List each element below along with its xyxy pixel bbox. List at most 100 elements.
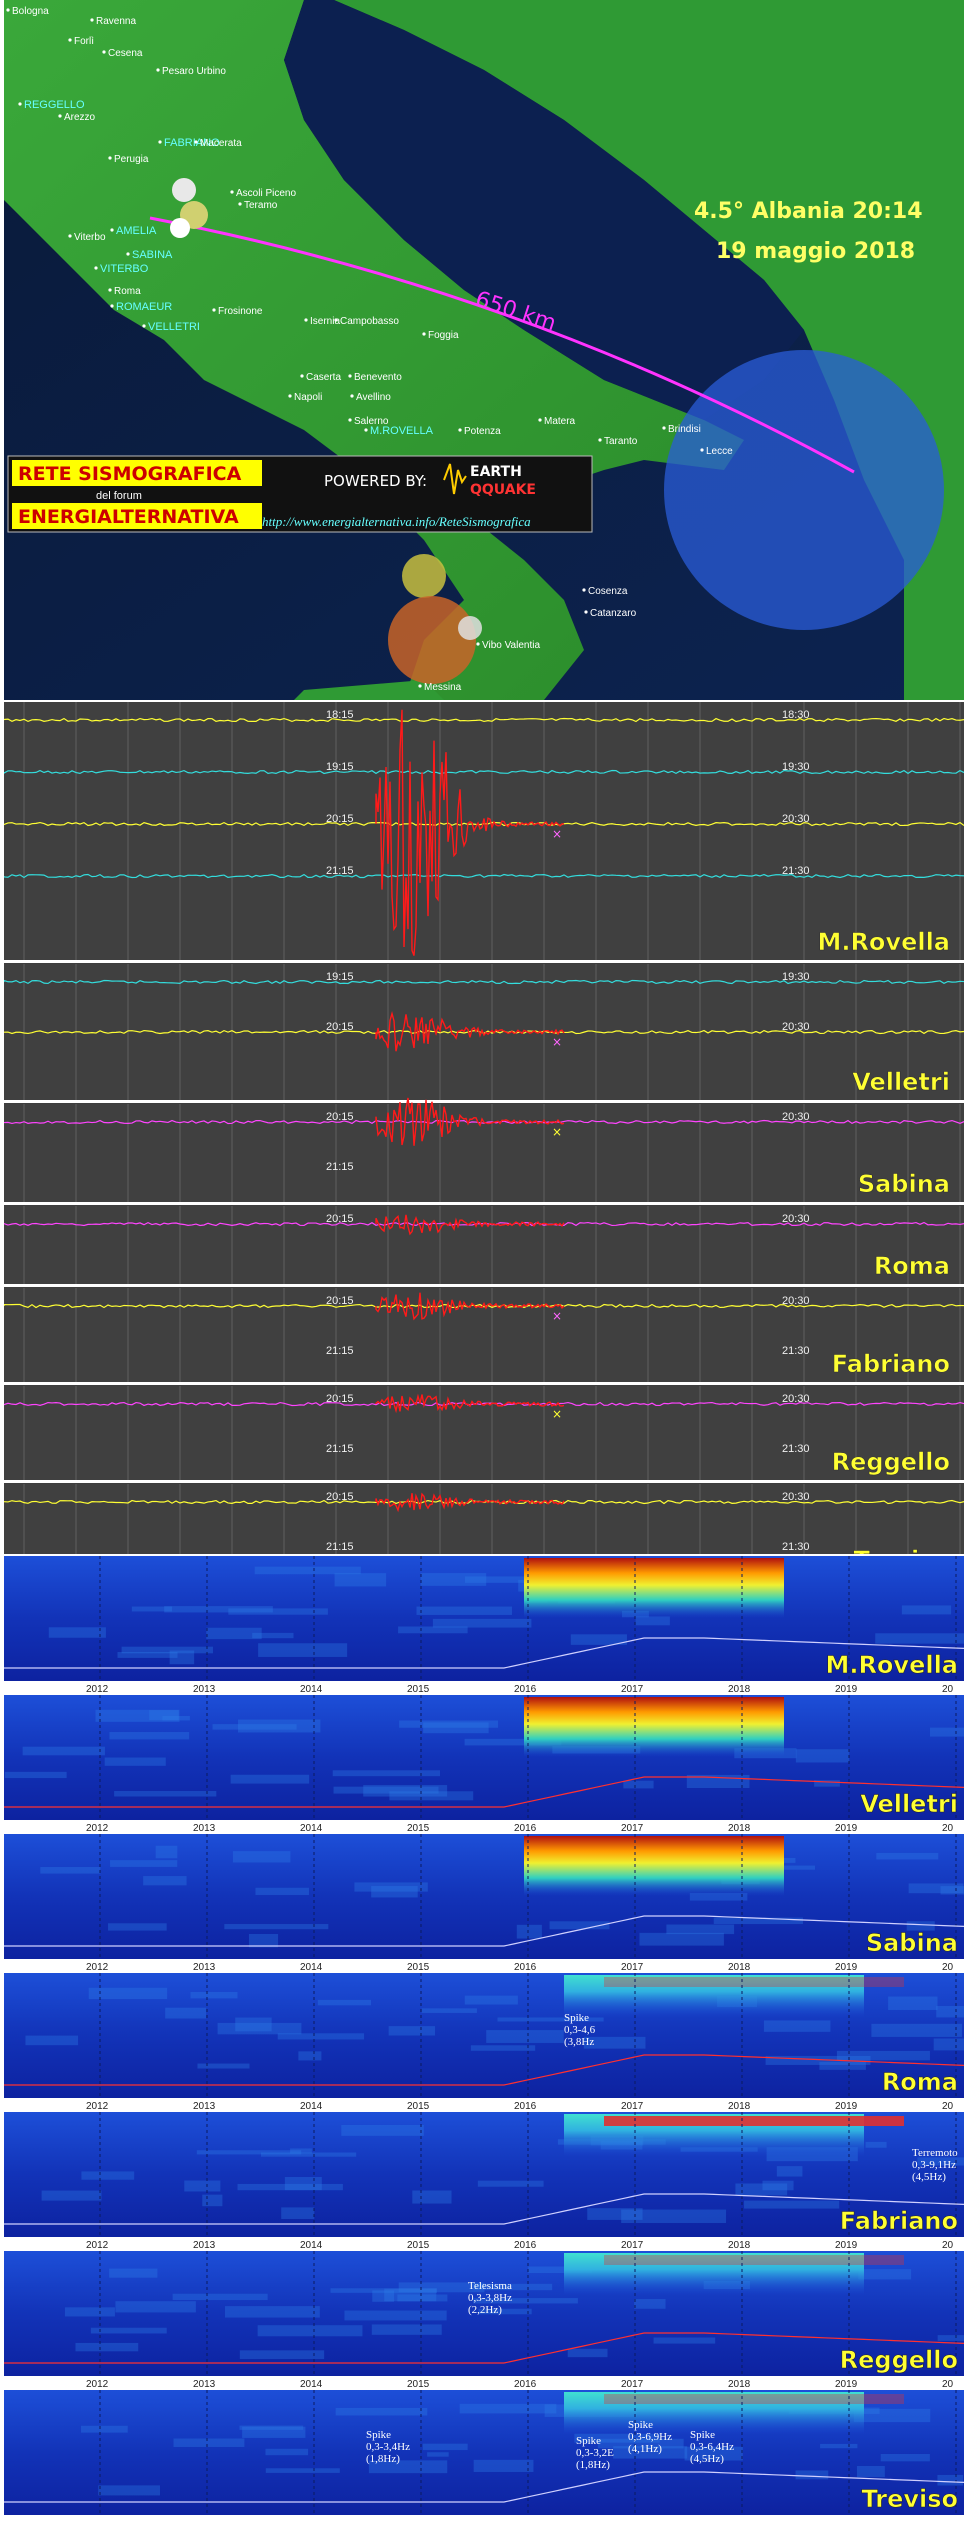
time-tick-label: 2019 bbox=[835, 2240, 858, 2251]
logo-subtitle: del forum bbox=[96, 490, 142, 502]
time-tick-label: 20 bbox=[942, 2379, 954, 2390]
time-tick-label: 2014 bbox=[300, 2379, 323, 2390]
city-dot bbox=[418, 684, 422, 688]
time-label: 20:15 bbox=[326, 1021, 354, 1033]
time-tick-label: 2019 bbox=[835, 1823, 858, 1834]
time-tick-label: 2017 bbox=[621, 2379, 644, 2390]
annotation-text: 0,3-3,8Hz bbox=[468, 2292, 512, 2304]
time-label: 19:15 bbox=[326, 761, 354, 773]
time-label: 20:15 bbox=[326, 1213, 354, 1225]
time-tick-label: 2016 bbox=[514, 1962, 537, 1973]
city-dot bbox=[156, 68, 160, 72]
city-dot bbox=[6, 8, 10, 12]
annotation-text: Terremoto bbox=[912, 2147, 958, 2159]
time-tick-label: 2017 bbox=[621, 1962, 644, 1973]
time-tick-label: 2016 bbox=[514, 2101, 537, 2112]
time-tick-label: 2016 bbox=[514, 2240, 537, 2251]
annotation-text: 0,3-6,4Hz bbox=[690, 2441, 734, 2453]
annotation-text: (4,5Hz) bbox=[690, 2453, 724, 2465]
city-label: SABINA bbox=[132, 249, 173, 261]
time-label: 19:30 bbox=[782, 761, 810, 773]
city-dot bbox=[300, 374, 304, 378]
city-dot bbox=[110, 228, 114, 232]
powered-by-label: POWERED BY: bbox=[324, 472, 427, 490]
city-label: ROMAEUR bbox=[116, 301, 172, 313]
seismogram-panel: 20:15 20:30 21:15 21:30 Treviso bbox=[4, 1484, 964, 1554]
time-tick-label: 2012 bbox=[86, 2379, 109, 2390]
time-tick-label: 20 bbox=[942, 2101, 954, 2112]
city-label: Pesaro Urbino bbox=[162, 66, 226, 77]
city-label: M.ROVELLA bbox=[370, 425, 434, 437]
city-dot bbox=[348, 374, 352, 378]
time-tick-label: 2014 bbox=[300, 1962, 323, 1973]
city-dot bbox=[538, 418, 542, 422]
city-dot bbox=[212, 308, 216, 312]
city-dot bbox=[90, 18, 94, 22]
annotation-text: Spike bbox=[690, 2429, 715, 2441]
city-label: Avellino bbox=[356, 392, 391, 403]
time-tick-label: 2017 bbox=[621, 1823, 644, 1834]
city-label: Taranto bbox=[604, 436, 638, 447]
time-label: 20:15 bbox=[326, 813, 354, 825]
city-label: Macerata bbox=[200, 138, 242, 149]
city-label: Messina bbox=[424, 682, 462, 693]
time-label: 20:15 bbox=[326, 1111, 354, 1123]
time-tick-label: 2018 bbox=[728, 2101, 751, 2112]
city-label: Arezzo bbox=[64, 112, 96, 123]
city-dot bbox=[68, 234, 72, 238]
time-tick-label: 2019 bbox=[835, 2379, 858, 2390]
time-tick-label: 2017 bbox=[621, 1684, 644, 1695]
city-dot bbox=[422, 332, 426, 336]
station-name: Velletri bbox=[860, 1790, 958, 1818]
time-tick-label: 2012 bbox=[86, 1823, 109, 1834]
station-name: Treviso bbox=[862, 2485, 959, 2513]
seismogram-panel: 20:15 20:30 21:15 21:30 × Fabriano bbox=[4, 1288, 964, 1385]
network-url[interactable]: http://www.energialternativa.info/ReteSi… bbox=[262, 514, 531, 529]
time-tick-label: 2019 bbox=[835, 1684, 858, 1695]
city-dot bbox=[238, 202, 242, 206]
annotation-text: Spike bbox=[366, 2429, 391, 2441]
time-label: 21:30 bbox=[782, 865, 810, 877]
time-tick-label: 2019 bbox=[835, 2101, 858, 2112]
time-label: 20:30 bbox=[782, 1021, 810, 1033]
city-label: Lecce bbox=[706, 446, 733, 457]
time-tick-label: 20 bbox=[942, 1823, 954, 1834]
annotation-text: Telesisma bbox=[468, 2280, 512, 2292]
time-tick-label: 2012 bbox=[86, 2240, 109, 2251]
city-label: Potenza bbox=[464, 426, 501, 437]
time-tick-label: 2013 bbox=[193, 1962, 216, 1973]
city-dot bbox=[102, 50, 106, 54]
spectrogram-panel: 2012 2013 2014 2015 2016 2017 2018 2019 20 Telesi… bbox=[4, 2251, 964, 2390]
spectrogram-panels: 2012 2013 2014 2015 2016 2017 2018 2019 20 M.Rove… bbox=[4, 1556, 964, 2530]
city-label: Cosenza bbox=[588, 586, 628, 597]
city-label: Brindisi bbox=[668, 424, 701, 435]
station-name: Sabina bbox=[858, 1170, 950, 1198]
city-label: Ravenna bbox=[96, 16, 136, 27]
time-label: 21:30 bbox=[782, 1443, 810, 1455]
time-label: 21:30 bbox=[782, 1541, 810, 1553]
city-label: REGGELLO bbox=[24, 99, 85, 111]
energy-burst bbox=[524, 1697, 784, 1757]
annotation-text: (1,8Hz) bbox=[366, 2453, 400, 2465]
logo-brand: ENERGIALTERNATIVA bbox=[18, 506, 239, 528]
city-dot bbox=[288, 394, 292, 398]
time-label: 19:15 bbox=[326, 971, 354, 983]
city-dot bbox=[348, 418, 352, 422]
time-tick-label: 2014 bbox=[300, 1684, 323, 1695]
energy-burst bbox=[524, 1836, 784, 1896]
time-tick-label: 2013 bbox=[193, 1823, 216, 1834]
city-label: Perugia bbox=[114, 154, 149, 165]
time-tick-label: 2018 bbox=[728, 2379, 751, 2390]
annotation-text: (4,5Hz) bbox=[912, 2171, 946, 2183]
city-label: Frosinone bbox=[218, 306, 263, 317]
time-tick-label: 2012 bbox=[86, 1684, 109, 1695]
time-tick-label: 2016 bbox=[514, 2379, 537, 2390]
city-label: Benevento bbox=[354, 372, 402, 383]
annotation-text: Spike bbox=[564, 2012, 589, 2024]
time-tick-label: 2015 bbox=[407, 1684, 430, 1695]
page: 650 km 4.5° Albania 20:14 19 maggio 2018… bbox=[0, 0, 968, 2530]
spectrogram-panel: 2012 2013 2014 2015 2016 2017 2018 2019 20 Terrem… bbox=[4, 2112, 964, 2251]
spectrogram-panel: Spike0,3-3,4Hz(1,8Hz)Spike0,3-3,2E(1,8Hz… bbox=[4, 2390, 964, 2515]
city-dot bbox=[364, 428, 368, 432]
time-tick-label: 2015 bbox=[407, 1962, 430, 1973]
